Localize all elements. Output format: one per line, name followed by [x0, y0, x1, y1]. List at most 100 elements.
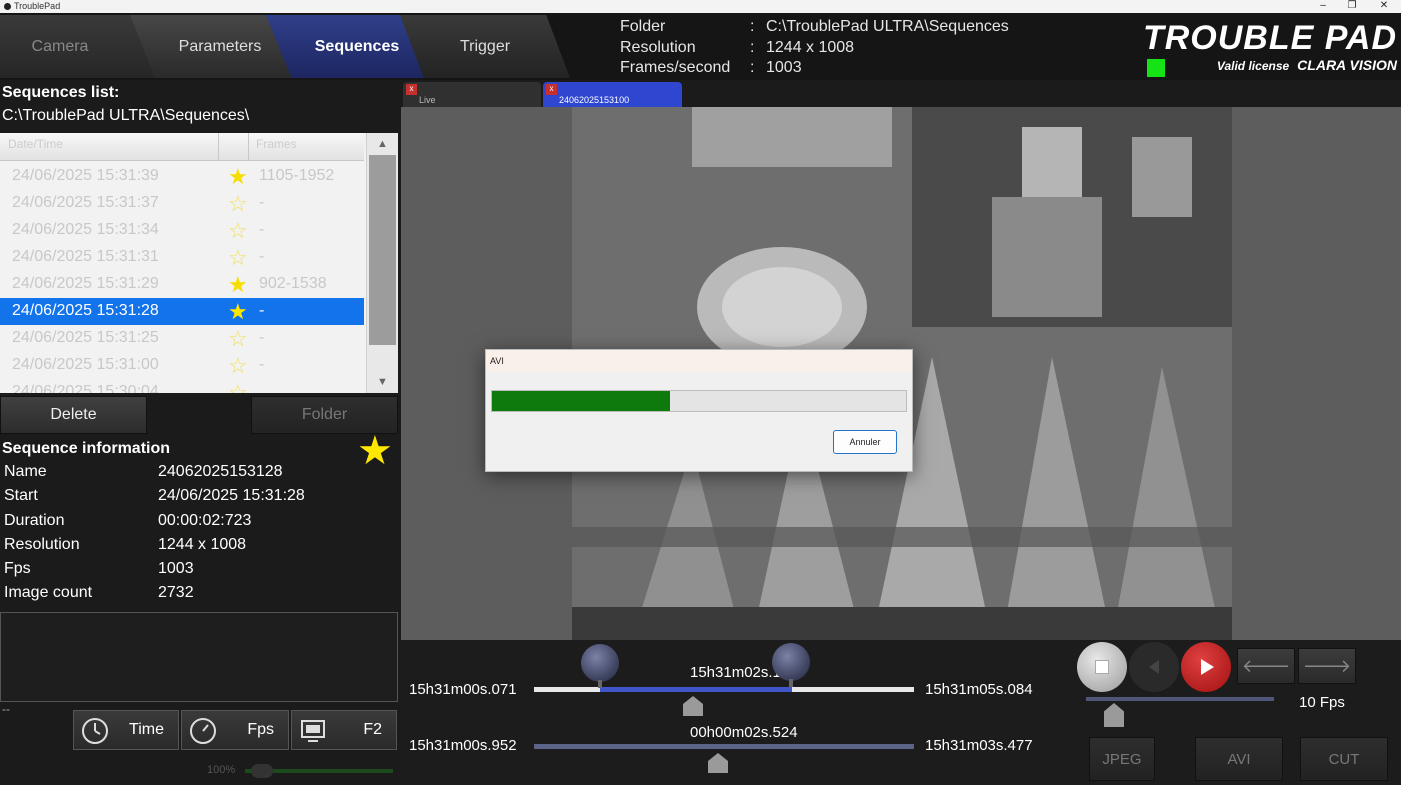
colon: : — [750, 59, 755, 76]
sequence-info-table: Name 24062025153128 Start 24/06/2025 15:31:… — [4, 463, 305, 609]
favorite-star-icon[interactable]: ★ — [357, 429, 393, 473]
playhead-marker[interactable] — [683, 696, 703, 716]
list-item[interactable]: 24/06/2025 15:31:25 ☆ - — [0, 325, 364, 352]
star-filled-icon[interactable]: ★ — [228, 164, 248, 190]
scroll-up-icon[interactable]: ▲ — [367, 133, 398, 155]
cut-button[interactable]: CUT — [1300, 737, 1388, 781]
star-empty-icon[interactable]: ☆ — [228, 218, 248, 244]
selection-position-marker[interactable] — [708, 753, 728, 773]
selection-end: 15h31m03s.477 — [925, 737, 1033, 754]
next-frame-button[interactable]: 🡒 — [1298, 648, 1356, 684]
cancel-button[interactable]: Annuler — [833, 430, 897, 454]
list-item[interactable]: 24/06/2025 15:31:29 ★ 902-1538 — [0, 271, 364, 298]
export-jpeg-button[interactable]: JPEG — [1089, 737, 1155, 781]
selection-start-handle[interactable] — [581, 644, 619, 688]
sequence-frame-range: - — [259, 356, 265, 373]
viewer-tab-label: 24062025153100 — [559, 95, 630, 105]
tab-trigger[interactable]: Trigger — [400, 15, 570, 78]
list-item[interactable]: 24/06/2025 15:31:37 ☆ - — [0, 190, 364, 217]
folder-value: C:\TroublePad ULTRA\Sequences — [766, 18, 1009, 35]
info-value: 1003 — [158, 560, 194, 578]
comment-box[interactable] — [0, 612, 398, 702]
colon: : — [750, 38, 755, 56]
viewer-tab-sequence[interactable]: x 24062025153100 — [543, 82, 682, 107]
fps-button[interactable]: Fps — [181, 710, 289, 750]
timeline-start: 15h31m00s.071 — [409, 681, 517, 698]
main-tabs: Camera Parameters Sequences Trigger — [0, 13, 580, 80]
sequence-date: 24/06/2025 15:31:28 — [12, 302, 159, 319]
sequence-date: 24/06/2025 15:31:25 — [12, 329, 159, 346]
info-key: Image count — [4, 584, 93, 602]
info-key: Name — [4, 463, 47, 480]
sequence-date: 24/06/2025 15:31:37 — [12, 194, 159, 211]
sequence-frame-range: - — [259, 248, 265, 265]
arrow-right-icon: 🡒 — [1302, 655, 1352, 676]
star-empty-icon[interactable]: ☆ — [228, 191, 248, 217]
selection-end-handle[interactable] — [772, 643, 810, 687]
previous-frame-button[interactable]: 🡐 — [1237, 648, 1295, 684]
sequence-frame-range: - — [259, 329, 265, 346]
zoom-slider-knob[interactable] — [251, 764, 273, 778]
selection-track[interactable] — [534, 744, 914, 749]
list-item[interactable]: 24/06/2025 15:31:31 ☆ - — [0, 244, 364, 271]
minimize-button[interactable]: – — [1308, 0, 1338, 13]
info-row: Start 24/06/2025 15:31:28 — [4, 487, 305, 511]
camera-info: Folder: C:\TroublePad ULTRA\Sequences Res… — [620, 17, 1009, 79]
star-empty-icon[interactable]: ☆ — [228, 326, 248, 352]
list-item[interactable]: 24/06/2025 15:30:04 ☆ — [0, 379, 364, 393]
gauge-icon — [190, 718, 216, 744]
sequence-date: 24/06/2025 15:31:29 — [12, 275, 159, 292]
list-item[interactable]: 24/06/2025 15:31:00 ☆ - — [0, 352, 364, 379]
clock-icon — [82, 718, 108, 744]
scroll-down-icon[interactable]: ▼ — [367, 371, 398, 393]
play-button[interactable] — [1181, 642, 1231, 692]
star-filled-icon[interactable]: ★ — [228, 272, 248, 298]
sequences-list[interactable]: Date/Time Frames 24/06/2025 15:31:39 ★ 110… — [0, 133, 398, 393]
play-icon — [1201, 659, 1214, 675]
viewer-tab-live[interactable]: x Live — [403, 82, 541, 107]
column-frames[interactable]: Frames — [256, 137, 297, 151]
list-item[interactable]: 24/06/2025 15:31:39 ★ 1105-1952 — [0, 163, 364, 190]
export-avi-button[interactable]: AVI — [1195, 737, 1283, 781]
f2-button[interactable]: F2 — [291, 710, 397, 750]
sequences-panel: Sequences list: C:\TroublePad ULTRA\Sequ… — [0, 80, 400, 785]
star-empty-icon[interactable]: ☆ — [228, 245, 248, 271]
fps-key: Frames/second — [620, 59, 731, 76]
info-row: Image count 2732 — [4, 584, 305, 608]
info-value: 1244 x 1008 — [158, 535, 247, 553]
star-empty-icon[interactable]: ☆ — [228, 353, 248, 379]
star-filled-icon[interactable]: ★ — [228, 299, 248, 325]
stop-button[interactable] — [1077, 642, 1127, 692]
speed-slider[interactable] — [1086, 697, 1274, 701]
sequence-frame-range: 1105-1952 — [259, 167, 335, 184]
play-backward-button[interactable] — [1129, 642, 1179, 692]
info-value: 00:00:02:723 — [158, 511, 252, 529]
arrow-left-icon: 🡐 — [1241, 655, 1291, 676]
sequence-info-title: Sequence information — [2, 440, 171, 457]
delete-button[interactable]: Delete — [0, 396, 147, 434]
company-name: CLARA VISION — [1297, 57, 1397, 73]
resolution-value: 1244 x 1008 — [766, 38, 855, 56]
export-progress-bar — [491, 390, 907, 412]
zoom-slider[interactable]: 100% — [205, 764, 395, 778]
sequence-frame-range: - — [259, 194, 265, 211]
close-tab-icon[interactable]: x — [406, 84, 417, 95]
info-value: 24062025153128 — [158, 463, 283, 480]
fps-label: Fps — [247, 721, 274, 738]
folder-key: Folder — [620, 18, 666, 35]
license-led — [1147, 59, 1165, 77]
list-item[interactable]: 24/06/2025 15:31:28 ★ - — [0, 298, 364, 325]
timeline-track[interactable] — [534, 687, 914, 692]
speed-slider-knob[interactable] — [1104, 703, 1124, 727]
scroll-thumb[interactable] — [369, 155, 396, 345]
list-scrollbar[interactable]: ▲ ▼ — [366, 133, 398, 393]
time-button[interactable]: Time — [73, 710, 179, 750]
f2-label: F2 — [363, 721, 382, 738]
close-tab-icon[interactable]: x — [546, 84, 557, 95]
maximize-button[interactable]: ❐ — [1337, 0, 1367, 13]
close-window-button[interactable]: ✕ — [1369, 0, 1399, 13]
list-item[interactable]: 24/06/2025 15:31:34 ☆ - — [0, 217, 364, 244]
info-key: Start — [4, 487, 38, 505]
star-empty-icon[interactable]: ☆ — [228, 380, 248, 393]
column-date[interactable]: Date/Time — [8, 137, 63, 151]
